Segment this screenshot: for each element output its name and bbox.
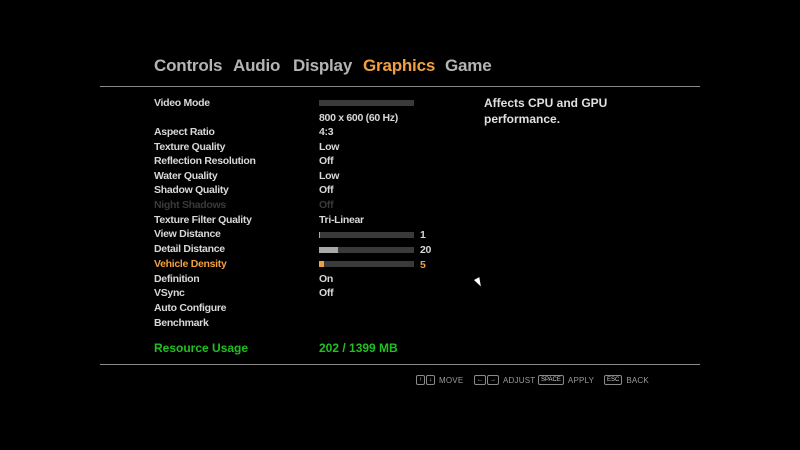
vehicle-density-slider[interactable] (319, 261, 414, 267)
hint-move: ↑ ↓ MOVE (416, 375, 463, 387)
setting-label-detail-distance[interactable]: Detail Distance (154, 243, 225, 255)
setting-label-texture-filter-quality[interactable]: Texture Filter Quality (154, 214, 252, 226)
setting-label-video-mode[interactable]: Video Mode (154, 97, 210, 109)
setting-value-shadow-quality: Off (319, 184, 334, 196)
setting-label-aspect-ratio[interactable]: Aspect Ratio (154, 126, 215, 138)
tab-graphics[interactable]: Graphics (363, 56, 435, 76)
detail-distance-slider[interactable] (319, 247, 414, 253)
setting-value-aspect-ratio: 4:3 (319, 126, 334, 138)
hint-adjust-label: ADJUST (503, 375, 536, 385)
hint-adjust: ← → ADJUST (474, 375, 535, 387)
setting-value-vsync: Off (319, 287, 334, 299)
setting-value-definition: On (319, 273, 333, 285)
right-arrow-key-icon: → (487, 375, 499, 385)
hint-back: ESC BACK (604, 375, 649, 387)
setting-label-vsync[interactable]: VSync (154, 287, 185, 299)
setting-value-video-mode: 800 x 600 (60 Hz) (319, 112, 398, 124)
setting-description: Affects CPU and GPU performance. (484, 96, 608, 126)
hint-move-label: MOVE (439, 375, 464, 385)
benchmark-button[interactable]: Benchmark (154, 317, 209, 329)
esc-key-icon: ESC (604, 375, 623, 385)
top-divider (100, 86, 700, 87)
tab-game[interactable]: Game (445, 56, 492, 76)
tab-controls[interactable]: Controls (154, 56, 222, 76)
tab-display[interactable]: Display (293, 56, 352, 76)
down-arrow-key-icon: ↓ (426, 375, 435, 385)
setting-label-definition[interactable]: Definition (154, 273, 200, 285)
view-distance-slider-fill (319, 232, 320, 238)
setting-label-shadow-quality[interactable]: Shadow Quality (154, 184, 229, 196)
setting-value-view-distance: 1 (420, 229, 426, 241)
hint-back-label: BACK (626, 375, 649, 385)
setting-label-reflection-resolution[interactable]: Reflection Resolution (154, 155, 256, 167)
resource-usage-label: Resource Usage (154, 341, 249, 355)
video-mode-slider[interactable] (319, 100, 414, 106)
space-key-icon: SPACE (538, 375, 564, 385)
setting-value-reflection-resolution: Off (319, 155, 334, 167)
setting-label-night-shadows: Night Shadows (154, 199, 226, 211)
setting-value-night-shadows: Off (319, 199, 334, 211)
setting-label-vehicle-density[interactable]: Vehicle Density (154, 258, 227, 270)
hint-apply: SPACE APPLY (538, 375, 594, 387)
graphics-settings-screen: Controls Audio Display Graphics Game Vid… (0, 0, 800, 450)
hint-apply-label: APPLY (567, 375, 595, 385)
view-distance-slider[interactable] (319, 232, 414, 238)
up-arrow-key-icon: ↑ (416, 375, 425, 385)
setting-value-water-quality: Low (319, 170, 340, 182)
mouse-pointer-icon (474, 277, 484, 288)
vehicle-density-slider-fill (319, 261, 324, 267)
setting-label-water-quality[interactable]: Water Quality (154, 170, 218, 182)
setting-label-view-distance[interactable]: View Distance (154, 228, 221, 240)
auto-configure-button[interactable]: Auto Configure (154, 302, 227, 314)
resource-usage-value: 202 / 1399 MB (319, 341, 398, 355)
left-arrow-key-icon: ← (474, 375, 486, 385)
tab-audio[interactable]: Audio (233, 56, 280, 76)
setting-value-texture-filter-quality: Tri-Linear (319, 214, 364, 226)
setting-value-texture-quality: Low (319, 141, 340, 153)
bottom-divider (100, 364, 700, 365)
setting-value-detail-distance: 20 (420, 244, 432, 256)
detail-distance-slider-fill (319, 247, 338, 253)
setting-label-texture-quality[interactable]: Texture Quality (154, 141, 225, 153)
setting-value-vehicle-density: 5 (420, 259, 426, 271)
